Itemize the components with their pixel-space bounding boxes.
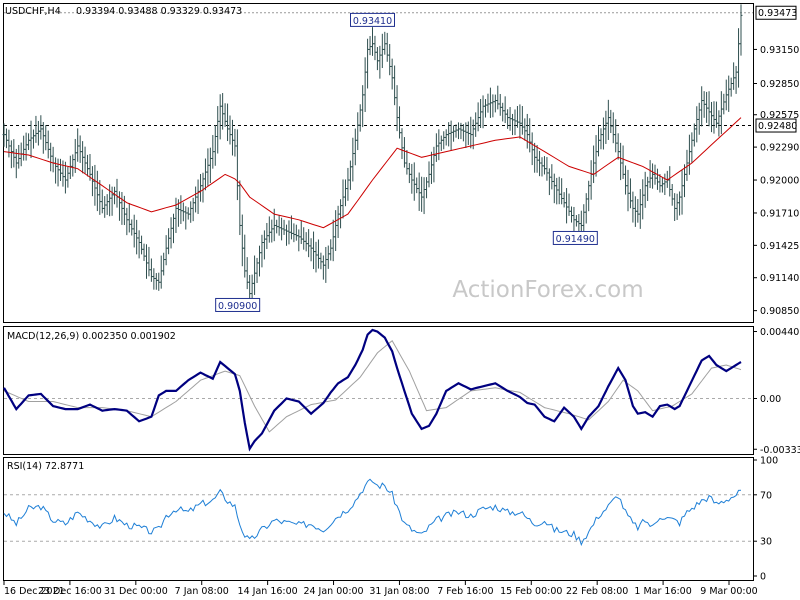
- price-annotation: 0.93410: [350, 12, 395, 27]
- x-tick-label: 7 Feb 16:00: [437, 586, 493, 597]
- price-tick-label: 0.91710: [760, 208, 799, 219]
- price-tick-label: 0.92000: [760, 176, 799, 187]
- price-annotation-text: 0.90900: [218, 301, 257, 312]
- price-tick-label: 0.92850: [760, 79, 799, 90]
- macd-panel-frame: [3, 326, 754, 455]
- watermark: ActionForex.com: [452, 277, 643, 303]
- x-tick-label: 31 Jan 08:00: [369, 586, 429, 597]
- macd-tick-label: 0.004403: [760, 327, 800, 338]
- price-annotation-text: 0.91490: [556, 234, 595, 245]
- rsi-tick-label: 30: [760, 537, 772, 548]
- macd-title: MACD(12,26,9) 0.002350 0.001902: [7, 331, 176, 342]
- price-tick-label: 0.91425: [760, 241, 799, 252]
- x-tick-label: 9 Mar 00:00: [700, 586, 757, 597]
- x-tick-label: 23 Dec 16:00: [38, 586, 102, 597]
- x-tick-label: 15 Feb 00:00: [500, 586, 562, 597]
- price-annotation: 0.91490: [552, 230, 598, 245]
- price-panel-frame: [3, 3, 754, 323]
- rsi-title: RSI(14) 72.8771: [7, 461, 84, 472]
- macd-tick-label: -0.003338: [760, 445, 800, 456]
- symbol-label: USDCHF,H4: [5, 6, 61, 17]
- x-tick-label: 7 Jan 08:00: [175, 586, 229, 597]
- rsi-tick-label: 100: [760, 456, 778, 467]
- price-tag: 0.93473: [755, 5, 797, 20]
- x-tick-label: 1 Mar 16:00: [634, 586, 691, 597]
- price-tick-label: 0.93150: [760, 45, 799, 56]
- x-tick-label: 22 Feb 08:00: [566, 586, 628, 597]
- price-tag: 0.92480: [755, 118, 797, 133]
- forex-chart: ActionForex.com 0.93410 0.91490 0.90900 0.…: [2, 3, 800, 597]
- price-annotation: 0.90900: [215, 297, 261, 312]
- ohlc-label: 0.93394 0.93488 0.93329 0.93473: [76, 6, 242, 17]
- price-tick-label: 0.92290: [760, 143, 799, 154]
- x-tick-label: 24 Jan 00:00: [303, 586, 363, 597]
- x-tick-label: 31 Dec 00:00: [104, 586, 168, 597]
- macd-tick-label: 0.00: [760, 394, 781, 405]
- price-tick-label: 0.91140: [760, 273, 799, 284]
- rsi-tick-label: 70: [760, 490, 772, 501]
- price-annotation-text: 0.93410: [353, 16, 392, 27]
- x-tick-label: 14 Jan 16:00: [238, 586, 298, 597]
- price-tag-label: 0.93473: [758, 8, 797, 19]
- price-tick-label: 0.90850: [760, 306, 799, 317]
- price-tag-label: 0.92480: [758, 121, 797, 132]
- rsi-tick-label: 0: [760, 572, 766, 583]
